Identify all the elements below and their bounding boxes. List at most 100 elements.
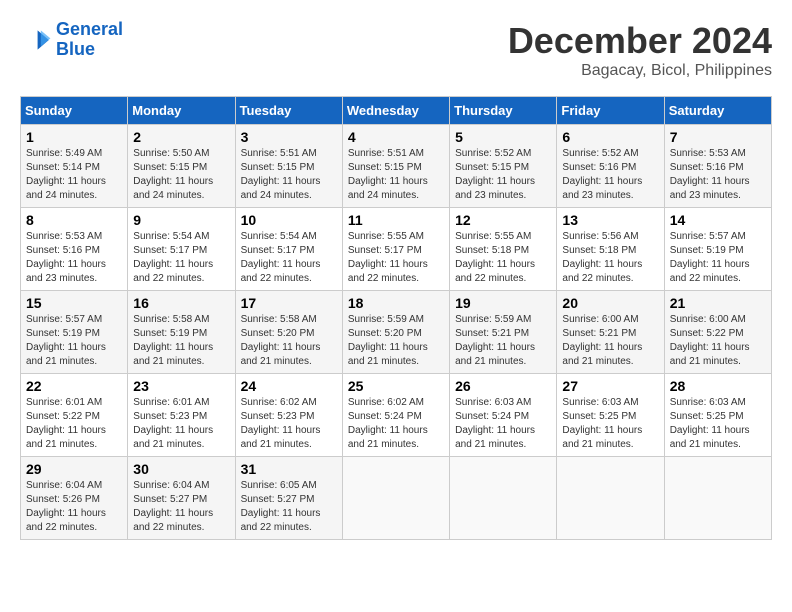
day-number: 12 [455, 212, 551, 228]
day-cell [450, 457, 557, 540]
logo-icon [20, 24, 52, 56]
day-info: Sunrise: 5:51 AM Sunset: 5:15 PM Dayligh… [348, 147, 444, 203]
day-cell: 9 Sunrise: 5:54 AM Sunset: 5:17 PM Dayli… [128, 208, 235, 291]
col-header-sunday: Sunday [21, 97, 128, 125]
day-cell: 26 Sunrise: 6:03 AM Sunset: 5:24 PM Dayl… [450, 374, 557, 457]
logo-general: General [56, 19, 123, 39]
day-cell: 22 Sunrise: 6:01 AM Sunset: 5:22 PM Dayl… [21, 374, 128, 457]
day-info: Sunrise: 5:55 AM Sunset: 5:18 PM Dayligh… [455, 230, 551, 286]
day-cell: 13 Sunrise: 5:56 AM Sunset: 5:18 PM Dayl… [557, 208, 664, 291]
day-info: Sunrise: 5:53 AM Sunset: 5:16 PM Dayligh… [670, 147, 766, 203]
header: General Blue December 2024 Bagacay, Bico… [20, 20, 772, 80]
day-info: Sunrise: 5:56 AM Sunset: 5:18 PM Dayligh… [562, 230, 658, 286]
day-cell: 5 Sunrise: 5:52 AM Sunset: 5:15 PM Dayli… [450, 125, 557, 208]
day-cell: 11 Sunrise: 5:55 AM Sunset: 5:17 PM Dayl… [342, 208, 449, 291]
week-row-1: 1 Sunrise: 5:49 AM Sunset: 5:14 PM Dayli… [21, 125, 772, 208]
day-info: Sunrise: 5:55 AM Sunset: 5:17 PM Dayligh… [348, 230, 444, 286]
day-number: 27 [562, 378, 658, 394]
day-info: Sunrise: 6:03 AM Sunset: 5:25 PM Dayligh… [670, 396, 766, 452]
col-header-monday: Monday [128, 97, 235, 125]
day-info: Sunrise: 6:03 AM Sunset: 5:24 PM Dayligh… [455, 396, 551, 452]
day-cell: 25 Sunrise: 6:02 AM Sunset: 5:24 PM Dayl… [342, 374, 449, 457]
col-header-friday: Friday [557, 97, 664, 125]
day-number: 14 [670, 212, 766, 228]
col-header-wednesday: Wednesday [342, 97, 449, 125]
day-number: 15 [26, 295, 122, 311]
day-cell: 14 Sunrise: 5:57 AM Sunset: 5:19 PM Dayl… [664, 208, 771, 291]
day-info: Sunrise: 5:51 AM Sunset: 5:15 PM Dayligh… [241, 147, 337, 203]
day-cell: 19 Sunrise: 5:59 AM Sunset: 5:21 PM Dayl… [450, 291, 557, 374]
location-title: Bagacay, Bicol, Philippines [508, 62, 772, 80]
day-number: 3 [241, 129, 337, 145]
day-info: Sunrise: 5:53 AM Sunset: 5:16 PM Dayligh… [26, 230, 122, 286]
day-cell [557, 457, 664, 540]
day-number: 26 [455, 378, 551, 394]
header-row: SundayMondayTuesdayWednesdayThursdayFrid… [21, 97, 772, 125]
col-header-saturday: Saturday [664, 97, 771, 125]
day-info: Sunrise: 5:49 AM Sunset: 5:14 PM Dayligh… [26, 147, 122, 203]
day-info: Sunrise: 5:59 AM Sunset: 5:21 PM Dayligh… [455, 313, 551, 369]
day-number: 5 [455, 129, 551, 145]
day-number: 22 [26, 378, 122, 394]
day-number: 1 [26, 129, 122, 145]
day-number: 20 [562, 295, 658, 311]
day-cell: 21 Sunrise: 6:00 AM Sunset: 5:22 PM Dayl… [664, 291, 771, 374]
day-info: Sunrise: 5:52 AM Sunset: 5:15 PM Dayligh… [455, 147, 551, 203]
day-cell: 8 Sunrise: 5:53 AM Sunset: 5:16 PM Dayli… [21, 208, 128, 291]
month-title: December 2024 [508, 20, 772, 62]
day-cell: 24 Sunrise: 6:02 AM Sunset: 5:23 PM Dayl… [235, 374, 342, 457]
day-number: 8 [26, 212, 122, 228]
day-info: Sunrise: 6:04 AM Sunset: 5:26 PM Dayligh… [26, 479, 122, 535]
day-cell: 10 Sunrise: 5:54 AM Sunset: 5:17 PM Dayl… [235, 208, 342, 291]
day-info: Sunrise: 5:57 AM Sunset: 5:19 PM Dayligh… [670, 230, 766, 286]
day-info: Sunrise: 5:54 AM Sunset: 5:17 PM Dayligh… [133, 230, 229, 286]
day-number: 4 [348, 129, 444, 145]
day-info: Sunrise: 6:00 AM Sunset: 5:21 PM Dayligh… [562, 313, 658, 369]
day-info: Sunrise: 6:02 AM Sunset: 5:24 PM Dayligh… [348, 396, 444, 452]
day-cell: 31 Sunrise: 6:05 AM Sunset: 5:27 PM Dayl… [235, 457, 342, 540]
day-info: Sunrise: 6:03 AM Sunset: 5:25 PM Dayligh… [562, 396, 658, 452]
day-number: 11 [348, 212, 444, 228]
week-row-2: 8 Sunrise: 5:53 AM Sunset: 5:16 PM Dayli… [21, 208, 772, 291]
day-cell: 28 Sunrise: 6:03 AM Sunset: 5:25 PM Dayl… [664, 374, 771, 457]
day-cell: 17 Sunrise: 5:58 AM Sunset: 5:20 PM Dayl… [235, 291, 342, 374]
day-info: Sunrise: 6:01 AM Sunset: 5:23 PM Dayligh… [133, 396, 229, 452]
day-number: 23 [133, 378, 229, 394]
day-number: 10 [241, 212, 337, 228]
calendar-table: SundayMondayTuesdayWednesdayThursdayFrid… [20, 96, 772, 540]
day-number: 21 [670, 295, 766, 311]
day-number: 30 [133, 461, 229, 477]
day-number: 17 [241, 295, 337, 311]
day-info: Sunrise: 5:52 AM Sunset: 5:16 PM Dayligh… [562, 147, 658, 203]
day-number: 24 [241, 378, 337, 394]
col-header-tuesday: Tuesday [235, 97, 342, 125]
day-cell: 27 Sunrise: 6:03 AM Sunset: 5:25 PM Dayl… [557, 374, 664, 457]
day-number: 19 [455, 295, 551, 311]
day-info: Sunrise: 6:02 AM Sunset: 5:23 PM Dayligh… [241, 396, 337, 452]
day-cell: 6 Sunrise: 5:52 AM Sunset: 5:16 PM Dayli… [557, 125, 664, 208]
day-info: Sunrise: 6:01 AM Sunset: 5:22 PM Dayligh… [26, 396, 122, 452]
day-cell: 1 Sunrise: 5:49 AM Sunset: 5:14 PM Dayli… [21, 125, 128, 208]
day-cell: 16 Sunrise: 5:58 AM Sunset: 5:19 PM Dayl… [128, 291, 235, 374]
day-number: 16 [133, 295, 229, 311]
day-info: Sunrise: 6:00 AM Sunset: 5:22 PM Dayligh… [670, 313, 766, 369]
week-row-4: 22 Sunrise: 6:01 AM Sunset: 5:22 PM Dayl… [21, 374, 772, 457]
day-cell: 20 Sunrise: 6:00 AM Sunset: 5:21 PM Dayl… [557, 291, 664, 374]
logo-blue-text: Blue [56, 39, 95, 59]
day-cell: 29 Sunrise: 6:04 AM Sunset: 5:26 PM Dayl… [21, 457, 128, 540]
day-info: Sunrise: 5:58 AM Sunset: 5:19 PM Dayligh… [133, 313, 229, 369]
day-number: 18 [348, 295, 444, 311]
day-info: Sunrise: 5:54 AM Sunset: 5:17 PM Dayligh… [241, 230, 337, 286]
day-info: Sunrise: 6:05 AM Sunset: 5:27 PM Dayligh… [241, 479, 337, 535]
day-cell: 18 Sunrise: 5:59 AM Sunset: 5:20 PM Dayl… [342, 291, 449, 374]
title-section: December 2024 Bagacay, Bicol, Philippine… [508, 20, 772, 80]
day-cell [664, 457, 771, 540]
day-cell: 12 Sunrise: 5:55 AM Sunset: 5:18 PM Dayl… [450, 208, 557, 291]
day-number: 25 [348, 378, 444, 394]
day-cell: 15 Sunrise: 5:57 AM Sunset: 5:19 PM Dayl… [21, 291, 128, 374]
day-cell: 3 Sunrise: 5:51 AM Sunset: 5:15 PM Dayli… [235, 125, 342, 208]
day-number: 28 [670, 378, 766, 394]
day-cell: 2 Sunrise: 5:50 AM Sunset: 5:15 PM Dayli… [128, 125, 235, 208]
day-cell [342, 457, 449, 540]
day-info: Sunrise: 5:57 AM Sunset: 5:19 PM Dayligh… [26, 313, 122, 369]
